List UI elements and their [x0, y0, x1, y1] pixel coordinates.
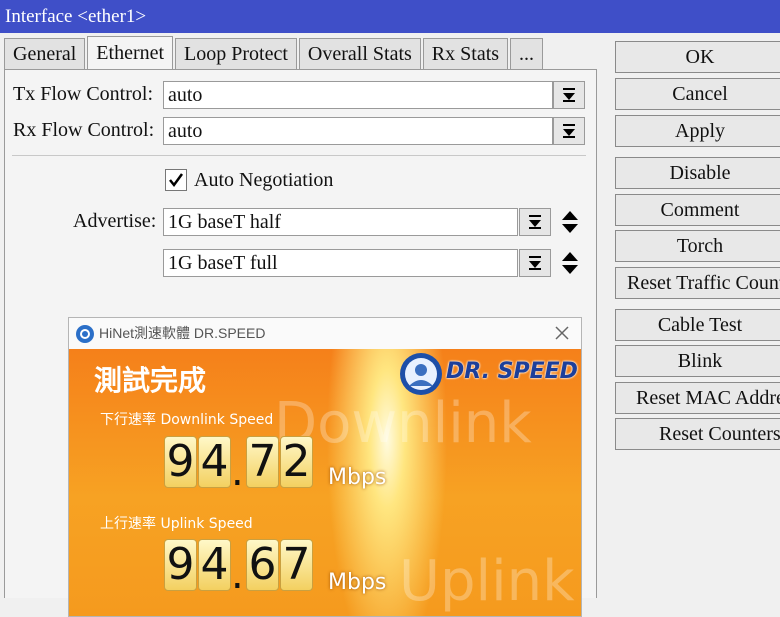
tab-bar: General Ethernet Loop Protect Overall St… — [4, 36, 545, 70]
reset-mac-address-button[interactable]: Reset MAC Address — [615, 382, 780, 414]
speedtest-window: HiNet測速軟體 DR.SPEED Downlink Uplink 測試完成 … — [68, 317, 582, 617]
disable-button[interactable]: Disable — [615, 157, 780, 189]
up-down-arrows-icon — [562, 252, 578, 274]
dropdown-arrow-icon — [529, 215, 541, 229]
uplink-caption: 上行速率 Uplink Speed — [100, 516, 253, 532]
dropdown-arrow-icon — [563, 124, 575, 138]
comment-button[interactable]: Comment — [615, 194, 780, 226]
advertise-field-2[interactable]: 1G baseT full — [163, 249, 518, 277]
rx-flow-field[interactable]: auto — [163, 117, 553, 145]
auto-negotiation-label: Auto Negotiation — [194, 169, 334, 191]
separator — [12, 155, 586, 156]
dr-speed-logo-text: DR. SPEED — [446, 359, 578, 384]
tx-flow-field[interactable]: auto — [163, 81, 553, 109]
blink-button[interactable]: Blink — [615, 345, 780, 377]
cancel-button[interactable]: Cancel — [615, 78, 780, 110]
tab-rx-stats[interactable]: Rx Stats — [422, 38, 509, 70]
tx-flow-label: Tx Flow Control: — [13, 83, 154, 105]
checkmark-icon — [169, 173, 184, 188]
tab-general[interactable]: General — [4, 38, 86, 70]
advertise-label: Advertise: — [73, 210, 157, 232]
tab-overall-stats[interactable]: Overall Stats — [298, 38, 421, 70]
uplink-digit: 6 — [246, 539, 279, 591]
uplink-digit: 4 — [198, 539, 231, 591]
cable-test-button[interactable]: Cable Test — [615, 309, 780, 341]
rx-flow-dropdown-button[interactable] — [553, 117, 585, 145]
speedtest-heading: 測試完成 — [94, 364, 207, 397]
advertise-field-1[interactable]: 1G baseT half — [163, 208, 518, 236]
uplink-decimal-point: . — [231, 552, 244, 598]
tab-more[interactable]: ... — [510, 38, 544, 70]
bg-word-uplink: Uplink — [399, 549, 575, 614]
uplink-digit: 9 — [164, 539, 197, 591]
rx-flow-label: Rx Flow Control: — [13, 119, 155, 141]
reset-counters-button[interactable]: Reset Counters — [615, 418, 780, 450]
apply-button[interactable]: Apply — [615, 115, 780, 147]
uplink-unit: Mbps — [328, 570, 387, 595]
advertise-dropdown-button-2[interactable] — [519, 249, 551, 277]
downlink-digit: 2 — [280, 436, 313, 488]
downlink-digit: 9 — [164, 436, 197, 488]
downlink-unit: Mbps — [328, 465, 387, 490]
dr-speed-logo-icon — [400, 353, 442, 395]
speedtest-window-title: HiNet測速軟體 DR.SPEED — [99, 325, 266, 341]
uplink-digit: 7 — [280, 539, 313, 591]
dropdown-arrow-icon — [563, 88, 575, 102]
downlink-caption: 下行速率 Downlink Speed — [100, 412, 274, 428]
speedtest-body: Downlink Uplink 測試完成 DR. SPEED 下行速率 Down… — [69, 349, 581, 616]
dropdown-arrow-icon — [529, 256, 541, 270]
tx-flow-dropdown-button[interactable] — [553, 81, 585, 109]
downlink-decimal-point: . — [231, 449, 244, 495]
auto-negotiation-checkbox[interactable] — [165, 169, 187, 191]
tab-ethernet[interactable]: Ethernet — [87, 36, 174, 69]
downlink-digit: 4 — [198, 436, 231, 488]
up-down-arrows-icon — [562, 211, 578, 233]
downlink-digit: 7 — [246, 436, 279, 488]
tab-loop-protect[interactable]: Loop Protect — [175, 38, 297, 70]
advertise-dropdown-button-1[interactable] — [519, 208, 551, 236]
reset-traffic-counters-button[interactable]: Reset Traffic Counters — [615, 267, 780, 299]
app-logo-icon — [76, 325, 94, 343]
torch-button[interactable]: Torch — [615, 230, 780, 262]
ok-button[interactable]: OK — [615, 41, 780, 73]
advertise-updown-1[interactable] — [559, 208, 581, 236]
speedtest-titlebar: HiNet測速軟體 DR.SPEED — [69, 318, 581, 349]
window-title: Interface <ether1> — [0, 0, 780, 33]
advertise-updown-2[interactable] — [559, 249, 581, 277]
close-icon[interactable] — [555, 326, 569, 340]
